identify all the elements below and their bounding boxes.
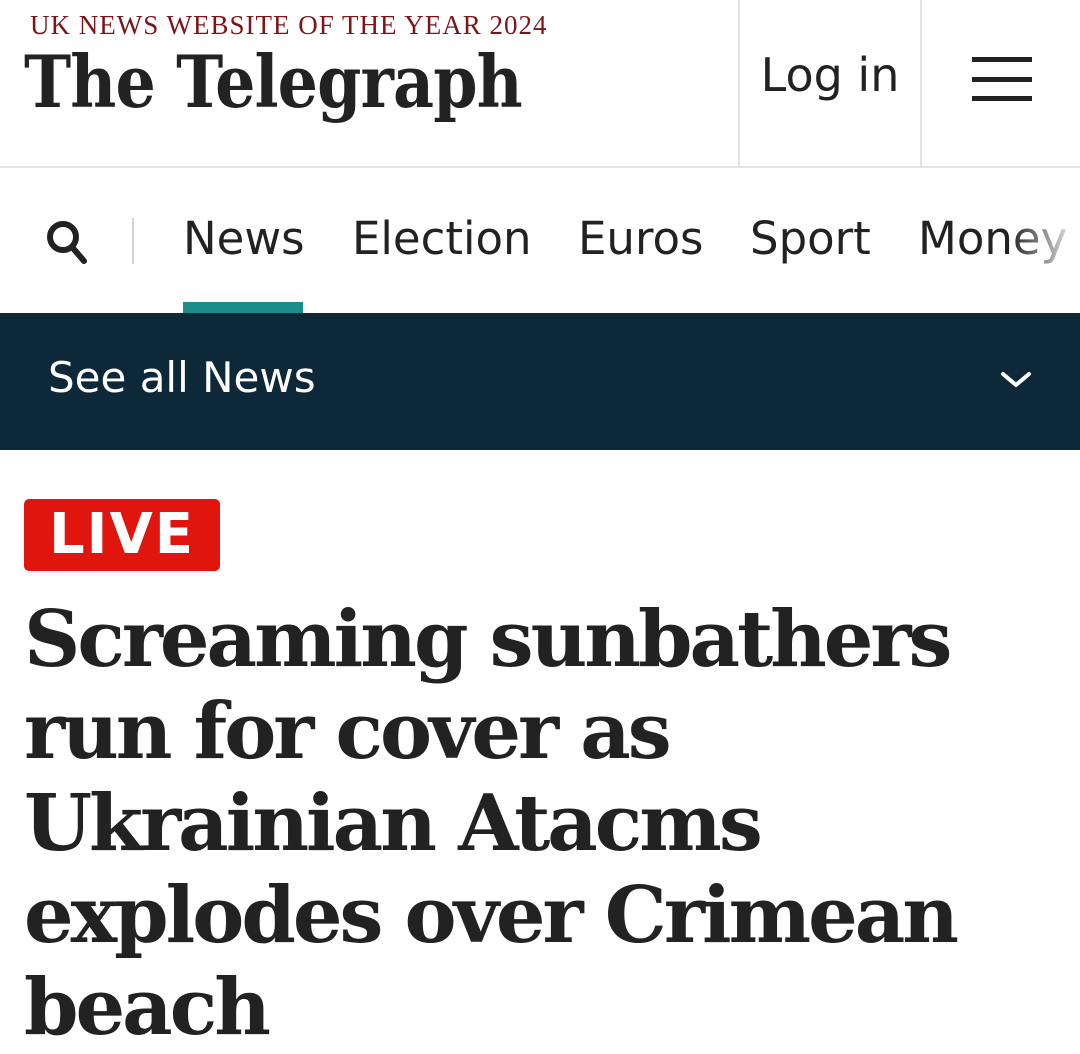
nav-divider xyxy=(132,218,134,264)
section-nav: News Election Euros Sport Money xyxy=(0,168,1080,313)
masthead: UK NEWS WEBSITE OF THE YEAR 2024 The Tel… xyxy=(0,0,1080,168)
hamburger-menu-icon[interactable] xyxy=(922,0,1080,166)
nav-active-indicator xyxy=(183,302,303,313)
live-badge: LIVE xyxy=(24,499,220,571)
nav-item-euros[interactable]: Euros xyxy=(578,212,703,265)
nav-item-sport[interactable]: Sport xyxy=(750,212,871,265)
chevron-down-icon[interactable] xyxy=(1000,370,1032,390)
see-all-news-label: See all News xyxy=(48,353,316,402)
menu-bar xyxy=(972,77,1032,82)
award-tagline: UK NEWS WEBSITE OF THE YEAR 2024 xyxy=(30,10,548,40)
nav-item-money[interactable]: Money xyxy=(918,212,1067,265)
article-headline[interactable]: Screaming sunbathers run for cover as Uk… xyxy=(24,594,1064,1054)
nav-item-news[interactable]: News xyxy=(183,212,305,265)
menu-bar xyxy=(972,96,1032,101)
login-button[interactable]: Log in xyxy=(738,0,922,166)
site-logo[interactable]: The Telegraph xyxy=(24,46,523,118)
see-all-news-bar[interactable]: See all News xyxy=(0,313,1080,450)
search-icon[interactable] xyxy=(46,220,88,264)
nav-item-election[interactable]: Election xyxy=(352,212,532,265)
menu-bar xyxy=(972,57,1032,62)
